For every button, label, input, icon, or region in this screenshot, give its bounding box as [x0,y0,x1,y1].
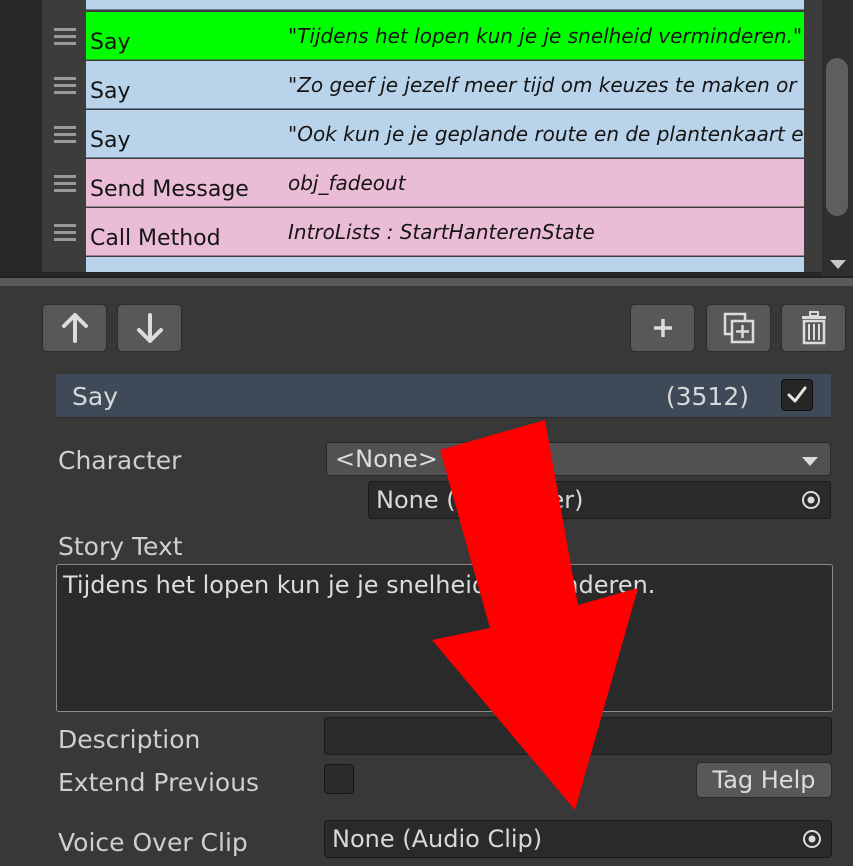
drag-handle-icon[interactable] [42,257,86,272]
command-summary: "Ook kun je je geplande route en de plan… [288,122,804,146]
drag-handle-icon[interactable] [42,110,86,158]
command-header: Say (3512) [56,374,831,418]
object-picker-icon[interactable] [792,482,830,518]
tag-help-button[interactable]: Tag Help [696,762,832,798]
delete-command-button[interactable] [781,304,846,352]
command-name: Say [90,128,131,153]
list-scrollbar[interactable] [822,0,853,278]
object-picker-icon[interactable] [793,821,831,857]
command-name: Say [90,30,131,55]
command-summary: IntroLists : StartHanterenState [288,220,595,244]
plus-icon [653,319,672,337]
chevron-down-icon [802,457,818,466]
character-object-field[interactable]: None (Character) [368,481,831,519]
command-name: Send Message [90,177,249,202]
command-summary: "Zo geef je jezelf meer tijd om keuzes t… [288,73,797,97]
voice-over-clip-value: None (Audio Clip) [332,825,543,853]
move-down-button[interactable] [117,304,182,352]
list-item[interactable]: Say "Zo geef je jezelf meer tijd om keuz… [42,61,804,109]
extend-previous-label: Extend Previous [58,768,260,797]
character-object-value: None (Character) [376,486,584,514]
command-inspector: Say (3512) Character <None> None (Charac… [50,362,853,866]
list-item[interactable]: Call Method IntroLists : StartHanterenSt… [42,208,804,256]
command-summary: "Tijdens het lopen kun je je snelheid ve… [288,24,803,48]
list-item[interactable]: Send Message obj_fadeout [42,159,804,207]
scroll-down-icon[interactable] [830,260,846,269]
drag-handle-icon[interactable] [42,61,86,109]
duplicate-command-button[interactable] [706,304,771,352]
panel-splitter[interactable] [0,276,853,286]
list-item[interactable]: Say "Ook kun je je geplande route en de … [42,110,804,158]
story-text-area[interactable]: Tijdens het lopen kun je je snelheid ver… [56,564,833,712]
add-command-button[interactable] [630,304,695,352]
drag-handle-icon[interactable] [42,159,86,207]
move-up-button[interactable] [42,304,107,352]
command-summary: obj_fadeout [288,171,406,195]
description-field[interactable] [324,717,832,755]
voice-over-clip-field[interactable]: None (Audio Clip) [324,820,832,858]
story-text-value: Tijdens het lopen kun je je snelheid ver… [63,571,656,599]
list-item[interactable] [42,257,804,272]
list-item[interactable]: Say "Tijdens het lopen kun je je snelhei… [42,12,804,60]
voice-over-clip-label: Voice Over Clip [58,828,248,857]
command-name: Call Method [90,226,221,251]
command-name: Say [90,79,131,104]
command-list-panel: Say "Tijdens het lopen kun je je snelhei… [0,0,853,278]
drag-handle-icon[interactable] [42,208,86,256]
drag-handle-icon[interactable] [42,12,86,60]
trash-icon [801,311,826,345]
command-title: Say [72,382,118,411]
command-list: Say "Tijdens het lopen kun je je snelhei… [42,0,822,272]
scrollbar-thumb[interactable] [826,58,848,216]
arrow-up-icon [61,313,88,343]
duplicate-icon [723,312,754,344]
drag-handle-icon[interactable] [42,0,86,10]
description-label: Description [58,725,201,754]
arrow-down-icon [136,313,163,343]
character-label: Character [58,446,182,475]
story-text-label: Story Text [58,532,183,561]
list-item[interactable] [42,0,804,10]
character-dropdown[interactable]: <None> [326,442,831,476]
extend-previous-checkbox[interactable] [324,764,354,794]
command-enabled-checkbox[interactable] [781,379,813,411]
character-dropdown-value: <None> [335,445,438,473]
command-index: (3512) [665,382,749,411]
checkmark-icon [787,386,807,403]
